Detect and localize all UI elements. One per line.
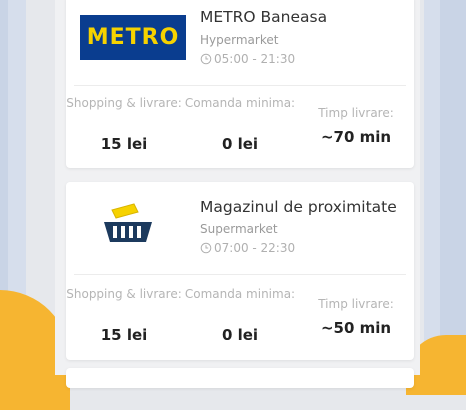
store-name: METRO Baneasa [200, 8, 328, 26]
stat-shopping-delivery: Shopping & livrare: 15 lei [66, 95, 182, 155]
store-stats: Shopping & livrare: 15 lei Comanda minim… [66, 95, 414, 155]
store-hours-text: 07:00 - 22:30 [214, 241, 296, 255]
stat-delivery-time: Timp livrare: ~50 min [298, 286, 414, 346]
store-hours: 05:00 - 21:30 [200, 52, 295, 66]
store-hours-text: 05:00 - 21:30 [214, 52, 296, 66]
card-divider [74, 274, 406, 275]
stat-label: Shopping & livrare: [66, 96, 182, 110]
stat-value: ~70 min [320, 128, 392, 146]
stat-delivery-time: Timp livrare: ~70 min [298, 95, 414, 155]
stat-label: Comanda minima: [184, 287, 296, 301]
card-divider [74, 85, 406, 86]
stat-value: ~50 min [320, 319, 392, 337]
basket-icon [104, 203, 152, 242]
stat-label: Timp livrare: [318, 297, 394, 311]
stat-label: Timp livrare: [318, 106, 394, 120]
stat-value: 15 lei [100, 326, 148, 344]
store-card-proximitate[interactable]: Magazinul de proximitate Supermarket 07:… [66, 182, 414, 360]
clock-icon [200, 53, 212, 65]
stat-minimum-order: Comanda minima: 0 lei [182, 286, 298, 346]
store-type: Hypermarket [200, 33, 279, 47]
stat-value: 0 lei [221, 326, 259, 344]
store-card-metro[interactable]: METRO METRO Baneasa Hypermarket 05:00 - … [66, 0, 414, 168]
store-hours: 07:00 - 22:30 [200, 241, 295, 255]
stat-shopping-delivery: Shopping & livrare: 15 lei [66, 286, 182, 346]
metro-logo: METRO [80, 15, 186, 60]
stat-label: Comanda minima: [184, 96, 296, 110]
stat-minimum-order: Comanda minima: 0 lei [182, 95, 298, 155]
clock-icon [200, 242, 212, 254]
store-card-next[interactable] [66, 368, 414, 388]
background-right-inner [424, 0, 440, 375]
store-stats: Shopping & livrare: 15 lei Comanda minim… [66, 286, 414, 346]
store-type: Supermarket [200, 222, 278, 236]
stat-label: Shopping & livrare: [66, 287, 182, 301]
store-card-header: METRO METRO Baneasa Hypermarket 05:00 - … [66, 0, 414, 82]
stat-value: 15 lei [100, 135, 148, 153]
store-name: Magazinul de proximitate [200, 198, 397, 216]
store-card-header: Magazinul de proximitate Supermarket 07:… [66, 182, 414, 274]
stat-value: 0 lei [221, 135, 259, 153]
metro-logo-text: METRO [86, 25, 180, 50]
